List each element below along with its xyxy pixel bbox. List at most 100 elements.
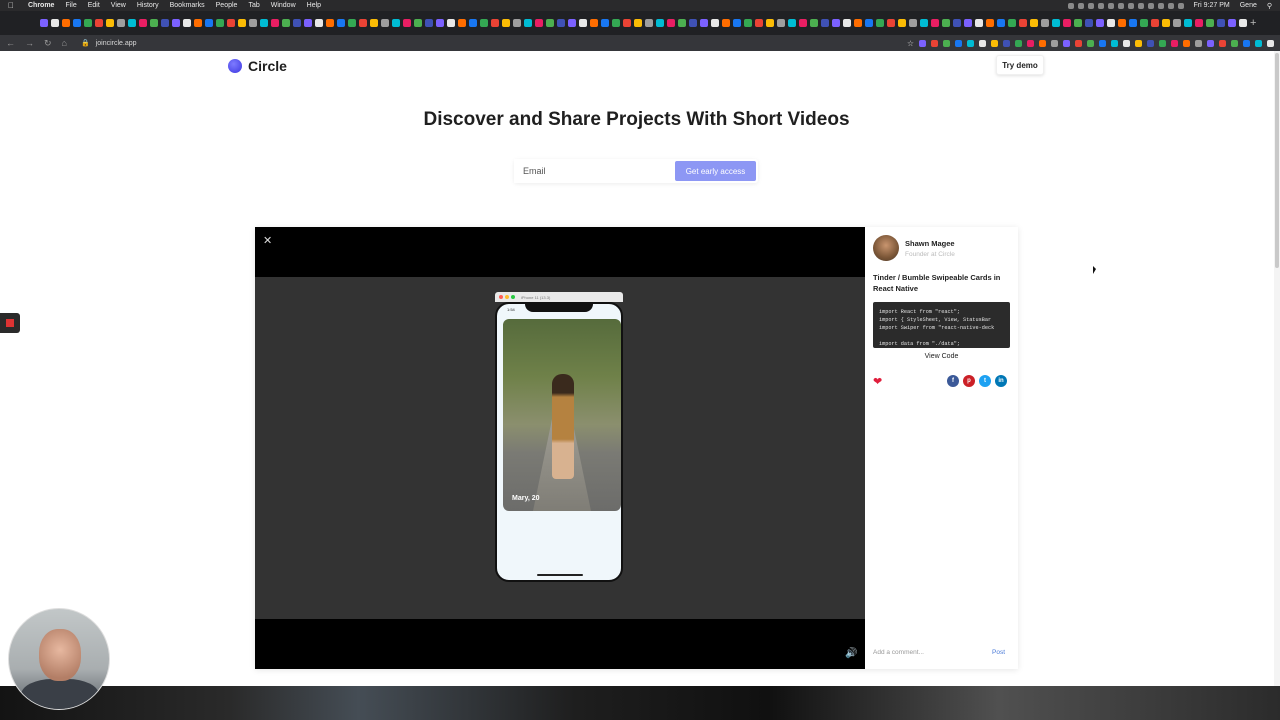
- browser-tab[interactable]: [425, 19, 433, 27]
- extension-icon[interactable]: [931, 39, 938, 47]
- extension-icon[interactable]: [979, 39, 986, 47]
- extension-icon[interactable]: [1087, 39, 1094, 47]
- browser-tab[interactable]: [282, 19, 290, 27]
- browser-tab[interactable]: [1096, 19, 1104, 27]
- extension-icon[interactable]: [1219, 39, 1226, 47]
- browser-tab[interactable]: [1239, 19, 1247, 27]
- menu-edit[interactable]: Edit: [88, 2, 100, 9]
- browser-tab[interactable]: [139, 19, 147, 27]
- browser-tab[interactable]: [953, 19, 961, 27]
- video-player[interactable]: ✕ iPhone 11 (13.3) 1:54 Mary, 20 🔊: [255, 227, 865, 669]
- browser-tab[interactable]: [40, 19, 48, 27]
- browser-tab[interactable]: [1140, 19, 1148, 27]
- browser-tab[interactable]: [942, 19, 950, 27]
- apple-icon[interactable]: : [8, 1, 16, 10]
- volume-icon[interactable]: 🔊: [845, 648, 857, 659]
- browser-tab[interactable]: [997, 19, 1005, 27]
- browser-tab[interactable]: [62, 19, 70, 27]
- back-icon[interactable]: ←: [6, 38, 15, 48]
- browser-tab[interactable]: [128, 19, 136, 27]
- browser-tab[interactable]: [546, 19, 554, 27]
- browser-tab[interactable]: [986, 19, 994, 27]
- browser-tab[interactable]: [447, 19, 455, 27]
- browser-tab[interactable]: [172, 19, 180, 27]
- recording-indicator[interactable]: [0, 313, 20, 333]
- browser-tab[interactable]: [766, 19, 774, 27]
- author-name[interactable]: Shawn Magee: [905, 239, 955, 248]
- browser-tab[interactable]: [931, 19, 939, 27]
- browser-tab[interactable]: [73, 19, 81, 27]
- browser-tab[interactable]: [1052, 19, 1060, 27]
- browser-tab[interactable]: [1162, 19, 1170, 27]
- browser-tab[interactable]: [1173, 19, 1181, 27]
- extension-icon[interactable]: [1099, 39, 1106, 47]
- linkedin-icon[interactable]: in: [995, 375, 1007, 387]
- browser-tab[interactable]: [843, 19, 851, 27]
- post-button[interactable]: Post: [992, 649, 1005, 656]
- browser-tab[interactable]: [1063, 19, 1071, 27]
- browser-tab[interactable]: [722, 19, 730, 27]
- browser-tab[interactable]: [1107, 19, 1115, 27]
- home-icon[interactable]: ⌂: [62, 38, 67, 48]
- browser-tab[interactable]: [480, 19, 488, 27]
- menu-window[interactable]: Window: [271, 2, 296, 9]
- browser-tab[interactable]: [524, 19, 532, 27]
- browser-tab[interactable]: [535, 19, 543, 27]
- browser-tab[interactable]: [436, 19, 444, 27]
- browser-tab[interactable]: [1206, 19, 1214, 27]
- extension-icon[interactable]: [1063, 39, 1070, 47]
- browser-tab[interactable]: [909, 19, 917, 27]
- browser-tab[interactable]: [623, 19, 631, 27]
- try-demo-button[interactable]: Try demo: [996, 55, 1044, 75]
- browser-tab[interactable]: [557, 19, 565, 27]
- new-tab-icon[interactable]: +: [1250, 17, 1256, 29]
- browser-tab[interactable]: [117, 19, 125, 27]
- extension-icon[interactable]: [943, 39, 950, 47]
- extension-icon[interactable]: [1147, 39, 1154, 47]
- browser-tab[interactable]: [579, 19, 587, 27]
- browser-tab[interactable]: [161, 19, 169, 27]
- browser-tab[interactable]: [645, 19, 653, 27]
- bookmark-star-icon[interactable]: ☆: [907, 39, 914, 48]
- browser-tab[interactable]: [634, 19, 642, 27]
- get-early-access-button[interactable]: Get early access: [675, 161, 756, 181]
- browser-tab[interactable]: [1129, 19, 1137, 27]
- author-avatar[interactable]: [873, 235, 899, 261]
- browser-tab[interactable]: [205, 19, 213, 27]
- comment-input[interactable]: Add a comment...: [873, 649, 924, 656]
- extension-icon[interactable]: [1195, 39, 1202, 47]
- browser-tab[interactable]: [1008, 19, 1016, 27]
- menu-history[interactable]: History: [137, 2, 159, 9]
- pinterest-icon[interactable]: p: [963, 375, 975, 387]
- extension-icon[interactable]: [1255, 39, 1262, 47]
- menu-people[interactable]: People: [216, 2, 238, 9]
- browser-tab[interactable]: [95, 19, 103, 27]
- browser-tab[interactable]: [271, 19, 279, 27]
- extension-icon[interactable]: [1243, 39, 1250, 47]
- browser-tab[interactable]: [1030, 19, 1038, 27]
- browser-tab[interactable]: [865, 19, 873, 27]
- extension-icon[interactable]: [1015, 39, 1022, 47]
- menu-bookmarks[interactable]: Bookmarks: [170, 2, 205, 9]
- menu-view[interactable]: View: [111, 2, 126, 9]
- browser-tab[interactable]: [601, 19, 609, 27]
- extension-icon[interactable]: [1207, 39, 1214, 47]
- browser-tab[interactable]: [260, 19, 268, 27]
- browser-tab[interactable]: [821, 19, 829, 27]
- author-block[interactable]: Shawn Magee Founder at Circle: [873, 235, 955, 261]
- menu-help[interactable]: Help: [307, 2, 321, 9]
- browser-tab[interactable]: [84, 19, 92, 27]
- browser-tab[interactable]: [458, 19, 466, 27]
- close-icon[interactable]: ✕: [263, 234, 272, 247]
- extension-icon[interactable]: [1135, 39, 1142, 47]
- view-code-button[interactable]: View Code: [873, 348, 1010, 364]
- browser-tab[interactable]: [612, 19, 620, 27]
- menu-chrome[interactable]: Chrome: [28, 2, 54, 9]
- browser-tab[interactable]: [348, 19, 356, 27]
- extension-icon[interactable]: [1171, 39, 1178, 47]
- browser-tab[interactable]: [51, 19, 59, 27]
- browser-tab[interactable]: [106, 19, 114, 27]
- heart-icon[interactable]: ❤: [873, 375, 882, 388]
- extension-icon[interactable]: [1039, 39, 1046, 47]
- browser-tab[interactable]: [337, 19, 345, 27]
